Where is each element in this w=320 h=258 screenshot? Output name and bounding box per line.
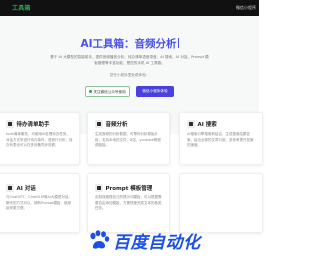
card-title: Prompt 模板管理 [105,186,153,192]
hero-title-wrap: AI工具箱：音频分析 [0,36,259,51]
search-icon [187,120,195,128]
feature-card-empty[interactable] [179,173,263,233]
card-header: AI 搜索 [187,120,217,128]
card-description: 与ChatGPT、ChatGLM等AI大模型对话，聊天的方式可以，拥有Promp… [6,195,72,211]
card-header: AI 对话 [6,184,36,192]
card-header: 待办清单助手 [6,120,50,128]
card-title: 待办清单助手 [16,122,50,128]
feature-card-chat[interactable]: AI 对话 与ChatGPT、ChatGLM等AI大模型对话，聊天的方式可以，拥… [0,173,80,233]
baidu-watermark: 百度自动化 [85,228,200,253]
card-description: AI搜索引擎搜索和结合，生成搜索结果答案，给出全部的文章引用，多参考提升答案的速… [187,132,254,148]
card-description: 生成音频的分析数据，可帮你分析原始片段，支持本地的文件、B站、youtube等视… [95,132,161,148]
feature-card-audio[interactable]: 音频分析 生成音频的分析数据，可帮你分析原始片段，支持本地的文件、B站、yout… [87,112,170,165]
audio-icon [95,120,103,128]
card-header: 音频分析 [95,120,128,128]
chat-icon [6,184,14,192]
hero-note: 您在小程序里免费体验： [109,73,150,77]
card-description: todo清单服务，可使用AI处理待办任务，对话方式来进行待办事件，语音行分析，待… [6,132,73,148]
weapp-try-button[interactable]: 微信小程序体验 [136,86,174,97]
wechat-follow-label: 关注微信公众号使用 [93,90,126,94]
topbar-link[interactable]: 微信小程序 [236,5,256,11]
prompt-template-icon [95,184,103,192]
feature-card-todo[interactable]: 待办清单助手 todo清单服务，可使用AI处理待办任务，对话方式来进行待办事件，… [0,112,80,165]
feature-card-prompt[interactable]: Prompt 模板管理 定制保管理自己的提示词模板，可以根据需要自由添加模板，方… [87,173,170,233]
site-logo[interactable]: 工具箱 [12,3,31,12]
feature-card-search[interactable]: AI 搜索 AI搜索引擎搜索和结合，生成搜索结果答案，给出全部的文章引用，多参考… [179,112,263,165]
hero-description: 基于 AI 大模型的智能助手，提供音频播放分析、待办清单语音录音、AI 搜索、A… [50,55,209,65]
card-header: Prompt 模板管理 [95,184,152,192]
card-header [187,181,190,189]
baidu-paw-icon [90,230,110,249]
card-title: AI 搜索 [197,122,217,128]
card-title: 音频分析 [105,122,128,128]
typing-cursor [177,38,179,48]
card-title: AI 对话 [16,186,36,192]
top-nav-bar: 工具箱 微信小程序 [0,0,259,16]
watermark-text: 百度自动化 [113,233,201,253]
card-description: 定制保管理自己的提示词模板，可以根据需要自由添加模板，方便快速完成文本的各类任务… [95,195,162,211]
todo-icon [6,120,14,128]
wechat-icon [89,90,93,93]
hero-title: AI工具箱：音频分析 [80,38,177,50]
wechat-follow-button[interactable]: 关注微信公众号使用 [85,86,130,97]
